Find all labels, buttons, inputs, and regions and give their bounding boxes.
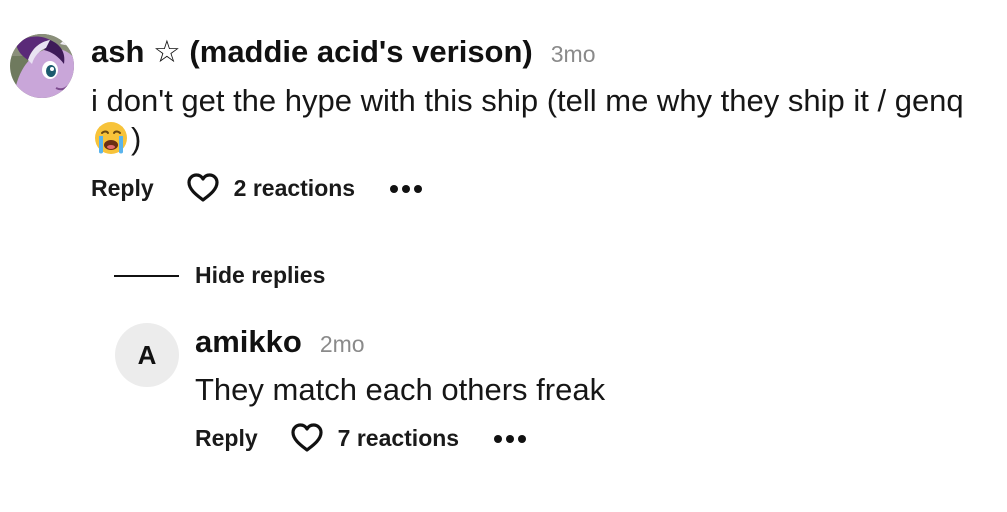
heart-icon[interactable]	[290, 422, 324, 454]
loudly-crying-face-icon	[93, 120, 129, 156]
comment-text-part: )	[131, 121, 142, 156]
comment-header: ash ☆ (maddie acid's verison) 3mo	[91, 34, 596, 70]
avatar-initial: A	[137, 339, 157, 370]
reply-actions: Reply 7 reactions	[195, 422, 527, 454]
more-dots-icon[interactable]	[389, 182, 423, 194]
reply-button[interactable]: Reply	[195, 425, 258, 452]
divider-line	[114, 274, 179, 277]
reply-author[interactable]: amikko	[195, 324, 302, 360]
avatar-image	[10, 34, 74, 98]
reply-avatar[interactable]: A	[115, 323, 179, 387]
comment-actions: Reply 2 reactions	[91, 172, 423, 204]
reply-text: They match each others freak	[195, 372, 606, 407]
hide-replies-toggle[interactable]: Hide replies	[114, 262, 325, 289]
comment-timestamp: 3mo	[550, 41, 596, 67]
comment-author[interactable]: ash ☆ (maddie acid's verison)	[91, 34, 533, 70]
more-dots-icon[interactable]	[493, 432, 527, 444]
reactions-count[interactable]: 2 reactions	[234, 175, 355, 202]
comment-text-part: i don't get the hype with this ship (tel…	[91, 83, 964, 118]
hide-replies-button[interactable]: Hide replies	[195, 262, 325, 289]
avatar[interactable]	[10, 34, 74, 98]
reply-timestamp: 2mo	[319, 331, 365, 357]
reply-button[interactable]: Reply	[91, 175, 154, 202]
comment-text: i don't get the hype with this ship (tel…	[91, 82, 971, 158]
reactions-count[interactable]: 7 reactions	[338, 425, 459, 452]
heart-icon[interactable]	[186, 172, 220, 204]
reply-header: amikko 2mo	[195, 324, 365, 360]
